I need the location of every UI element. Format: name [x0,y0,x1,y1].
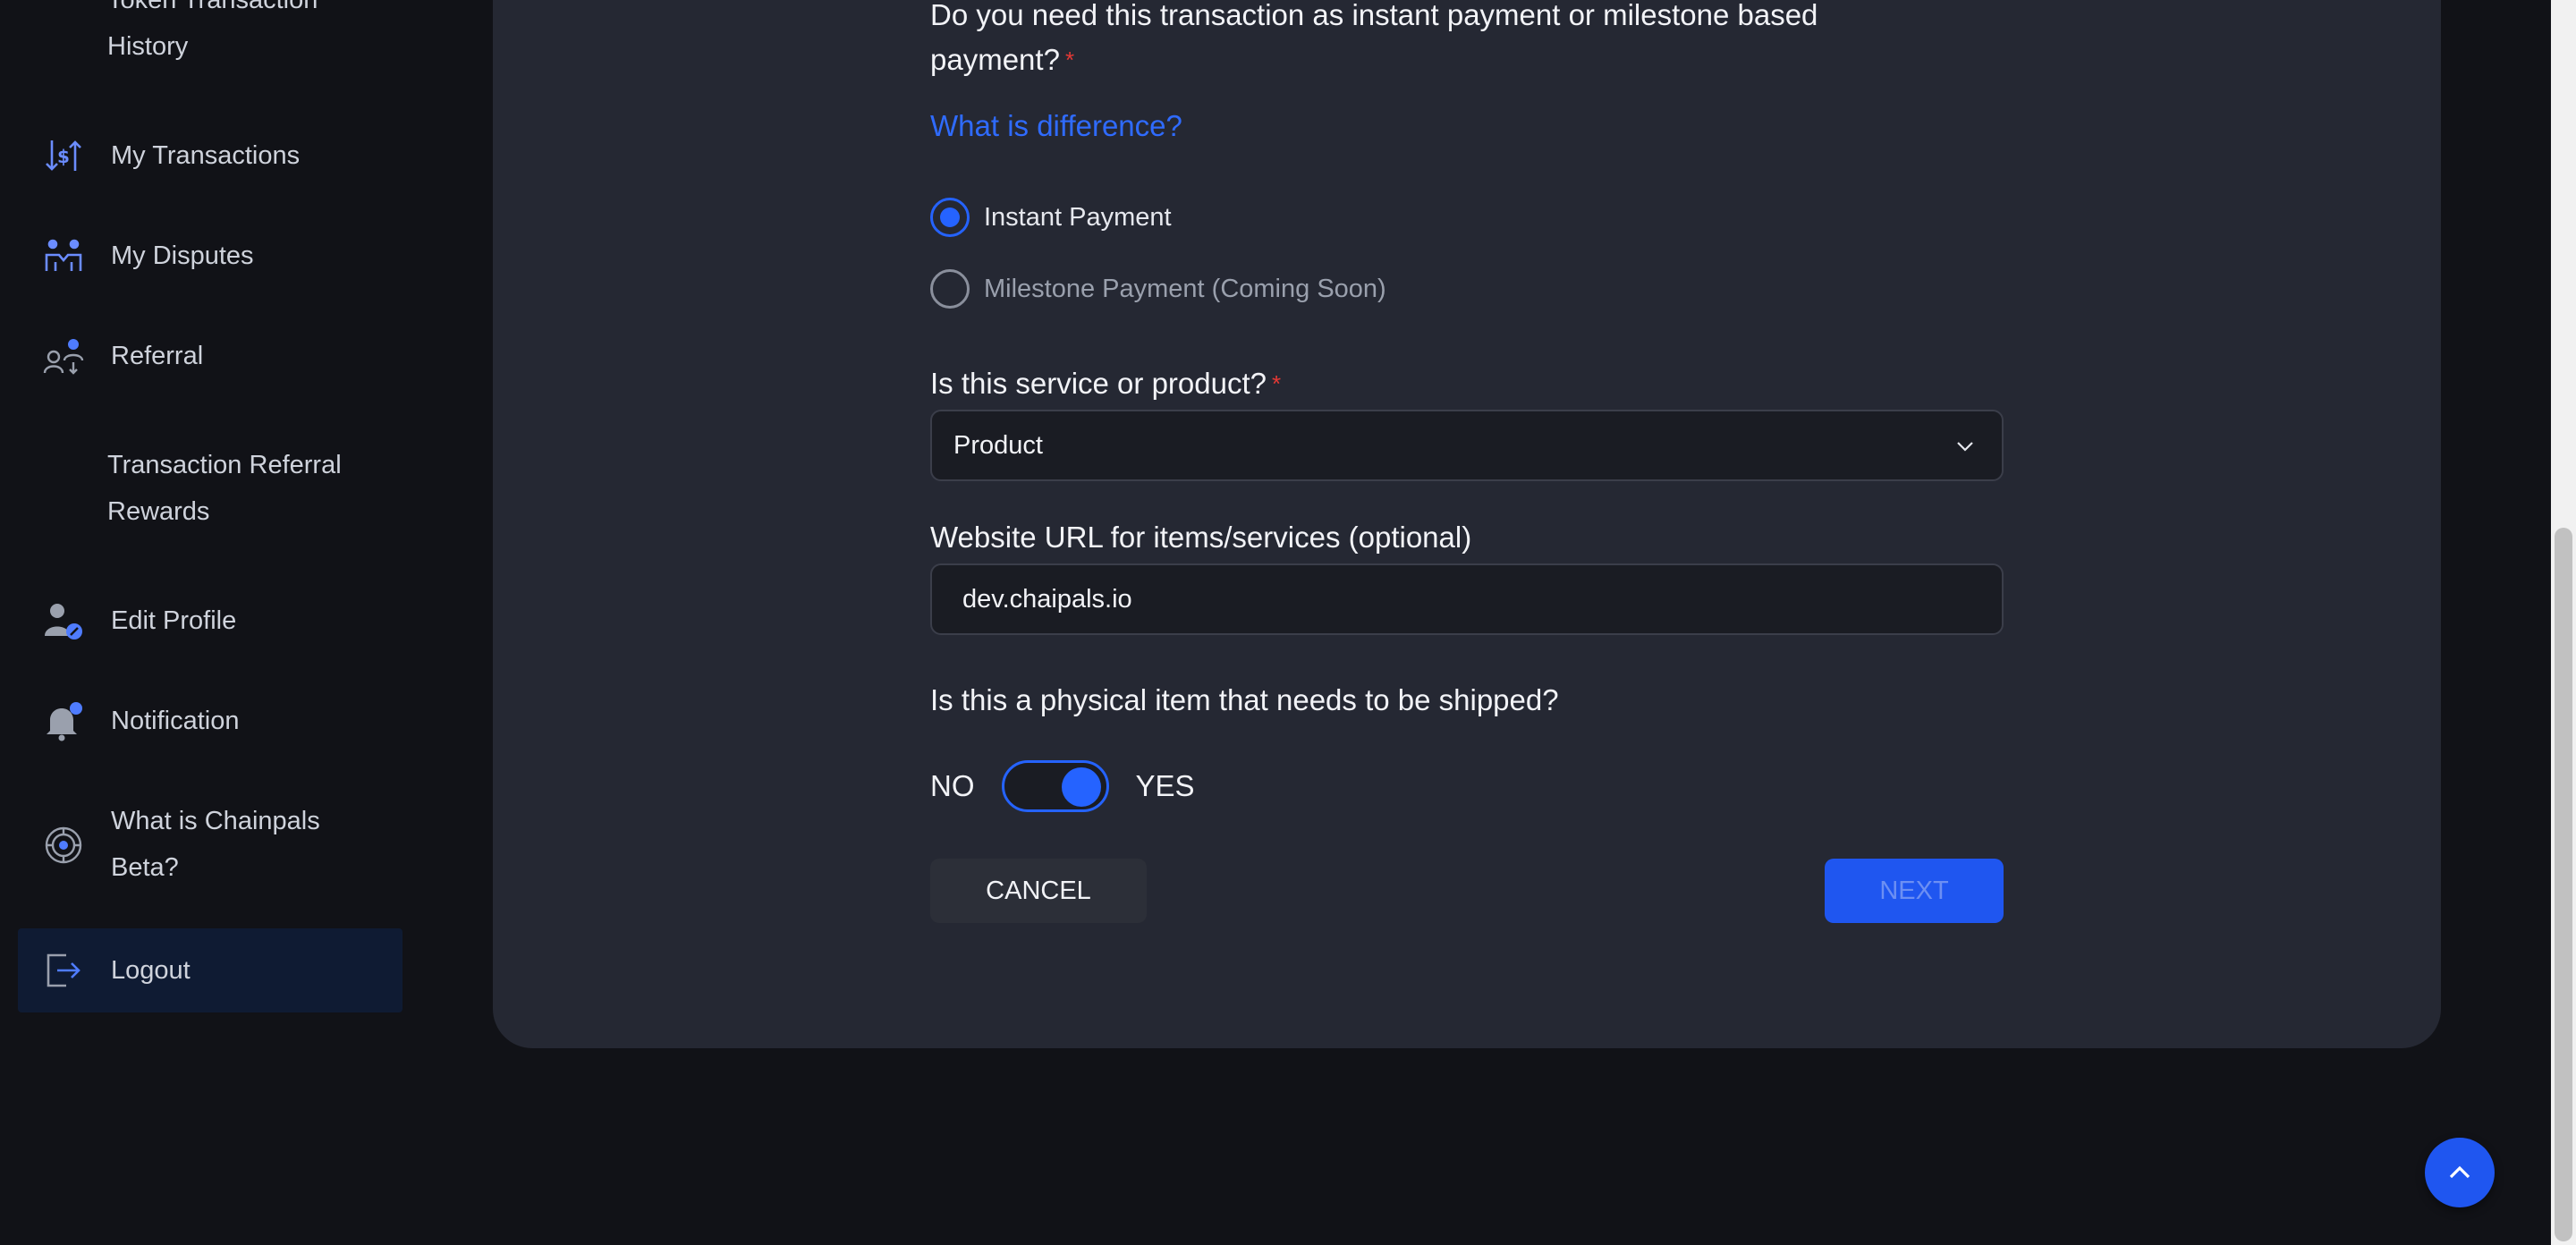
website-url-label: Website URL for items/services (optional… [930,521,1472,554]
scrollbar-thumb[interactable] [2555,528,2572,1241]
chainpals-logo-icon [41,823,86,868]
sidebar-item-label: Notification [111,707,240,735]
bell-icon [41,699,86,743]
user-edit-icon [41,598,86,643]
instant-payment-radio[interactable] [930,198,970,237]
sidebar-item-label: What is Chainpals [111,807,320,835]
referral-icon [41,334,86,378]
sidebar-item-referral[interactable]: Referral [18,333,402,379]
service-product-label: Is this service or product? [930,367,1267,400]
milestone-payment-radio[interactable] [930,269,970,309]
sidebar-item-label: My Disputes [111,241,254,270]
scroll-to-top-button[interactable] [2425,1138,2495,1207]
cancel-button[interactable]: CANCEL [930,859,1147,923]
service-product-value: Product [953,430,1043,460]
payment-type-question-line2: payment? [930,43,1060,76]
payment-type-question-cont: payment? * [930,38,1074,82]
dollar-transfer-icon: $ [41,133,86,178]
sidebar: Token Transaction History $ My Transacti… [0,0,492,1245]
sidebar-item-token-history[interactable]: History [107,23,188,70]
sidebar-item-label: Referral [111,342,204,370]
logout-icon [41,948,86,993]
sidebar-item-label: Logout [111,956,191,985]
required-mark: * [1064,47,1075,73]
sidebar-item-edit-profile[interactable]: Edit Profile [18,597,402,644]
toggle-no-label: NO [930,769,975,802]
payment-type-question-line1: Do you need this transaction as instant … [930,0,1818,31]
sidebar-item-transaction-referral[interactable]: Transaction Referral [107,442,342,488]
sidebar-item-token-history-partial[interactable]: Token Transaction [107,0,318,23]
payment-type-question: Do you need this transaction as instant … [930,0,1818,38]
what-is-difference-link[interactable]: What is difference? [930,109,1182,143]
sidebar-item-my-disputes[interactable]: My Disputes [18,233,402,279]
instant-payment-option[interactable]: Instant Payment [930,198,1172,237]
toggle-knob [1061,767,1101,807]
sidebar-item-what-is-chainpals[interactable]: What is Chainpals Beta? [18,798,402,891]
chevron-up-icon [2449,1165,2470,1179]
instant-payment-label: Instant Payment [984,202,1172,232]
shipping-toggle[interactable] [1001,760,1109,812]
chevron-down-icon [1957,442,1973,452]
shipping-question: Is this a physical item that needs to be… [930,683,1559,716]
milestone-payment-option[interactable]: Milestone Payment (Coming Soon) [930,269,1386,309]
handshake-icon [41,233,86,278]
service-product-question: Is this service or product? * [930,361,1281,406]
sidebar-item-label: My Transactions [111,141,301,170]
next-button[interactable]: NEXT [1825,859,2004,923]
sidebar-item-logout[interactable]: Logout [18,928,402,1012]
service-product-select[interactable]: Product [930,410,2004,481]
sidebar-item-my-transactions[interactable]: $ My Transactions [18,132,402,179]
required-mark: * [1272,370,1282,397]
sidebar-item-notification[interactable]: Notification [18,698,402,744]
sidebar-item-rewards[interactable]: Rewards [107,488,209,535]
svg-text:$: $ [57,146,70,167]
milestone-payment-label: Milestone Payment (Coming Soon) [984,274,1386,303]
website-url-input[interactable]: dev.chaipals.io [930,563,2004,635]
toggle-yes-label: YES [1135,769,1195,802]
sidebar-item-label: Beta? [111,853,179,882]
shipping-toggle-row: NO YES [930,760,1195,812]
website-url-value: dev.chaipals.io [962,584,1132,614]
sidebar-item-label: Edit Profile [111,606,237,635]
